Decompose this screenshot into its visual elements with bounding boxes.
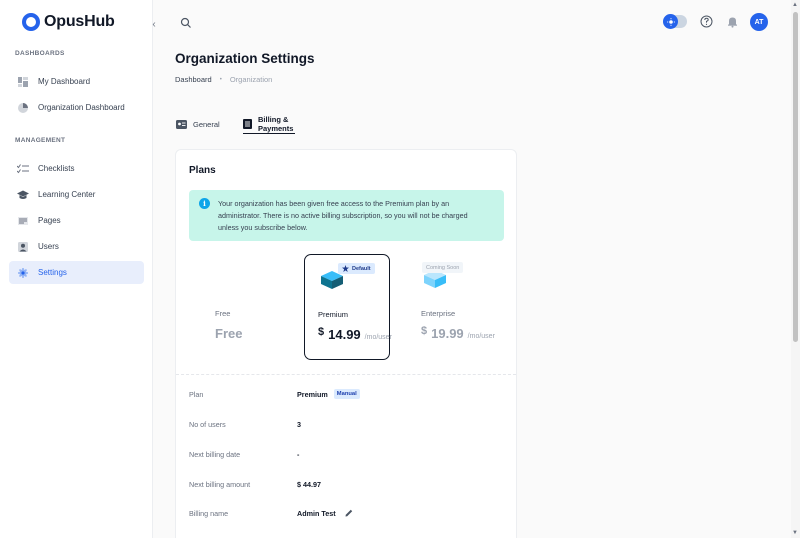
plan-price: $ 19.99 /mo/user	[421, 325, 495, 341]
sidebar-item-organization-dashboard[interactable]: Organization Dashboard	[9, 96, 144, 119]
sidebar-item-users[interactable]: Users	[9, 235, 144, 258]
sidebar-item-learning-center[interactable]: Learning Center	[9, 183, 144, 206]
plan-price-text: Free	[215, 326, 243, 341]
tab-label: Billing & Payments	[258, 114, 294, 133]
enterprise-cube-icon	[424, 270, 446, 293]
breadcrumb: Dashboard • Organization	[175, 75, 272, 84]
price-unit: /mo/user	[364, 334, 392, 341]
detail-row-users: No of users 3	[189, 417, 504, 431]
card-title: Plans	[189, 165, 216, 176]
divider	[176, 374, 516, 375]
detail-row-next-billing-amount: Next billing amount $ 44.97	[189, 477, 504, 491]
detail-label: Next billing amount	[189, 479, 251, 489]
section-label-dashboards: DASHBOARDS	[15, 50, 65, 57]
brand[interactable]: OpusHub	[22, 13, 115, 31]
detail-label: No of users	[189, 419, 226, 429]
detail-row-plan: Plan Premium Manual	[189, 387, 504, 401]
plan-option-enterprise: Coming Soon Enterprise $ 19.99 /mo/user	[408, 254, 495, 360]
sidebar-item-label: Learning Center	[38, 190, 96, 199]
sidebar-item-my-dashboard[interactable]: My Dashboard	[9, 70, 144, 93]
plans-card: Plans i Your organization has been given…	[175, 149, 517, 538]
pencil-icon[interactable]	[345, 509, 353, 517]
detail-value: 3	[297, 419, 301, 429]
plan-name: Enterprise	[421, 309, 456, 318]
tab-general[interactable]: General	[176, 114, 220, 134]
plan-name: Premium	[318, 310, 349, 319]
price-unit: /mo/user	[467, 333, 495, 340]
coming-soon-badge: Coming Soon	[422, 262, 464, 273]
bell-icon[interactable]	[726, 15, 739, 28]
page-title: Organization Settings	[175, 51, 315, 66]
plan-value: Premium	[297, 389, 328, 399]
sidebar-item-label: My Dashboard	[38, 77, 91, 86]
plan-option-premium[interactable]: Default Premium $ 14.99 /mo/user	[304, 254, 392, 360]
graduation-cap-icon	[17, 189, 29, 201]
breadcrumb-separator: •	[219, 76, 222, 83]
brand-name: OpusHub	[44, 13, 115, 30]
id-card-icon	[176, 119, 187, 129]
detail-label: Next billing date	[189, 449, 241, 459]
sidebar-item-pages[interactable]: Pages	[9, 209, 144, 232]
plan-option-free[interactable]: Free Free	[202, 254, 288, 360]
dashboard-icon	[17, 76, 29, 88]
badge-label: Default	[352, 265, 371, 272]
sidebar-item-settings[interactable]: Settings	[9, 261, 144, 284]
detail-value: $ 44.97	[297, 479, 321, 489]
theme-toggle[interactable]	[663, 14, 687, 29]
opushub-logo-icon	[22, 13, 40, 31]
detail-row-next-billing-date: Next billing date -	[189, 447, 504, 461]
billing-name-value: Admin Test	[297, 508, 336, 518]
plan-price: Free	[215, 326, 242, 341]
gear-icon	[17, 267, 29, 279]
avatar[interactable]: AT	[750, 13, 768, 31]
list-icon	[243, 119, 252, 129]
search-icon[interactable]	[180, 16, 192, 28]
sun-icon	[663, 14, 678, 29]
detail-value: -	[297, 449, 300, 459]
breadcrumb-organization: Organization	[229, 75, 273, 84]
star-icon	[342, 265, 349, 272]
sidebar-item-label: Checklists	[38, 164, 75, 173]
sidebar-item-label: Settings	[38, 268, 67, 277]
default-badge: Default	[338, 263, 375, 274]
plan-price: $ 14.99 /mo/user	[318, 326, 392, 342]
pie-chart-icon	[17, 102, 29, 114]
price-amount: 14.99	[328, 327, 361, 342]
detail-value: Admin Test	[297, 509, 353, 518]
checklist-icon	[17, 163, 29, 175]
sidebar-item-checklists[interactable]: Checklists	[9, 157, 144, 180]
sidebar-item-label: Organization Dashboard	[38, 103, 125, 112]
premium-cube-icon	[321, 271, 343, 294]
detail-row-billing-name: Billing name Admin Test	[189, 506, 504, 520]
info-alert: i Your organization has been given free …	[189, 190, 504, 241]
price-currency: $	[421, 325, 428, 337]
info-icon: i	[199, 198, 210, 209]
user-icon	[17, 241, 29, 253]
sidebar: OpusHub DASHBOARDS My Dashboard Organiza…	[0, 0, 153, 538]
pages-icon	[17, 215, 29, 227]
manual-badge: Manual	[333, 389, 360, 399]
price-currency: $	[318, 326, 325, 338]
detail-label: Billing name	[189, 508, 229, 518]
sidebar-item-label: Users	[38, 242, 59, 251]
price-amount: 19.99	[431, 326, 464, 341]
alert-text: Your organization has been given free ac…	[218, 199, 468, 232]
scroll-down-icon[interactable]: ▼	[792, 530, 798, 536]
collapse-sidebar-icon[interactable]: ‹	[148, 18, 160, 32]
breadcrumb-dashboard[interactable]: Dashboard	[175, 75, 212, 84]
detail-value: Premium Manual	[297, 389, 360, 399]
scroll-up-icon[interactable]: ▲	[792, 2, 798, 8]
scroll-thumb[interactable]	[793, 12, 798, 342]
help-icon[interactable]	[700, 15, 713, 28]
section-label-management: MANAGEMENT	[15, 137, 66, 144]
detail-label: Plan	[189, 389, 204, 399]
sidebar-item-label: Pages	[38, 216, 61, 225]
tab-label: General	[193, 119, 220, 129]
tab-billing-payments[interactable]: Billing & Payments	[243, 114, 296, 134]
plan-name: Free	[215, 309, 231, 318]
page-scrollbar[interactable]: ▲ ▼	[791, 0, 800, 538]
